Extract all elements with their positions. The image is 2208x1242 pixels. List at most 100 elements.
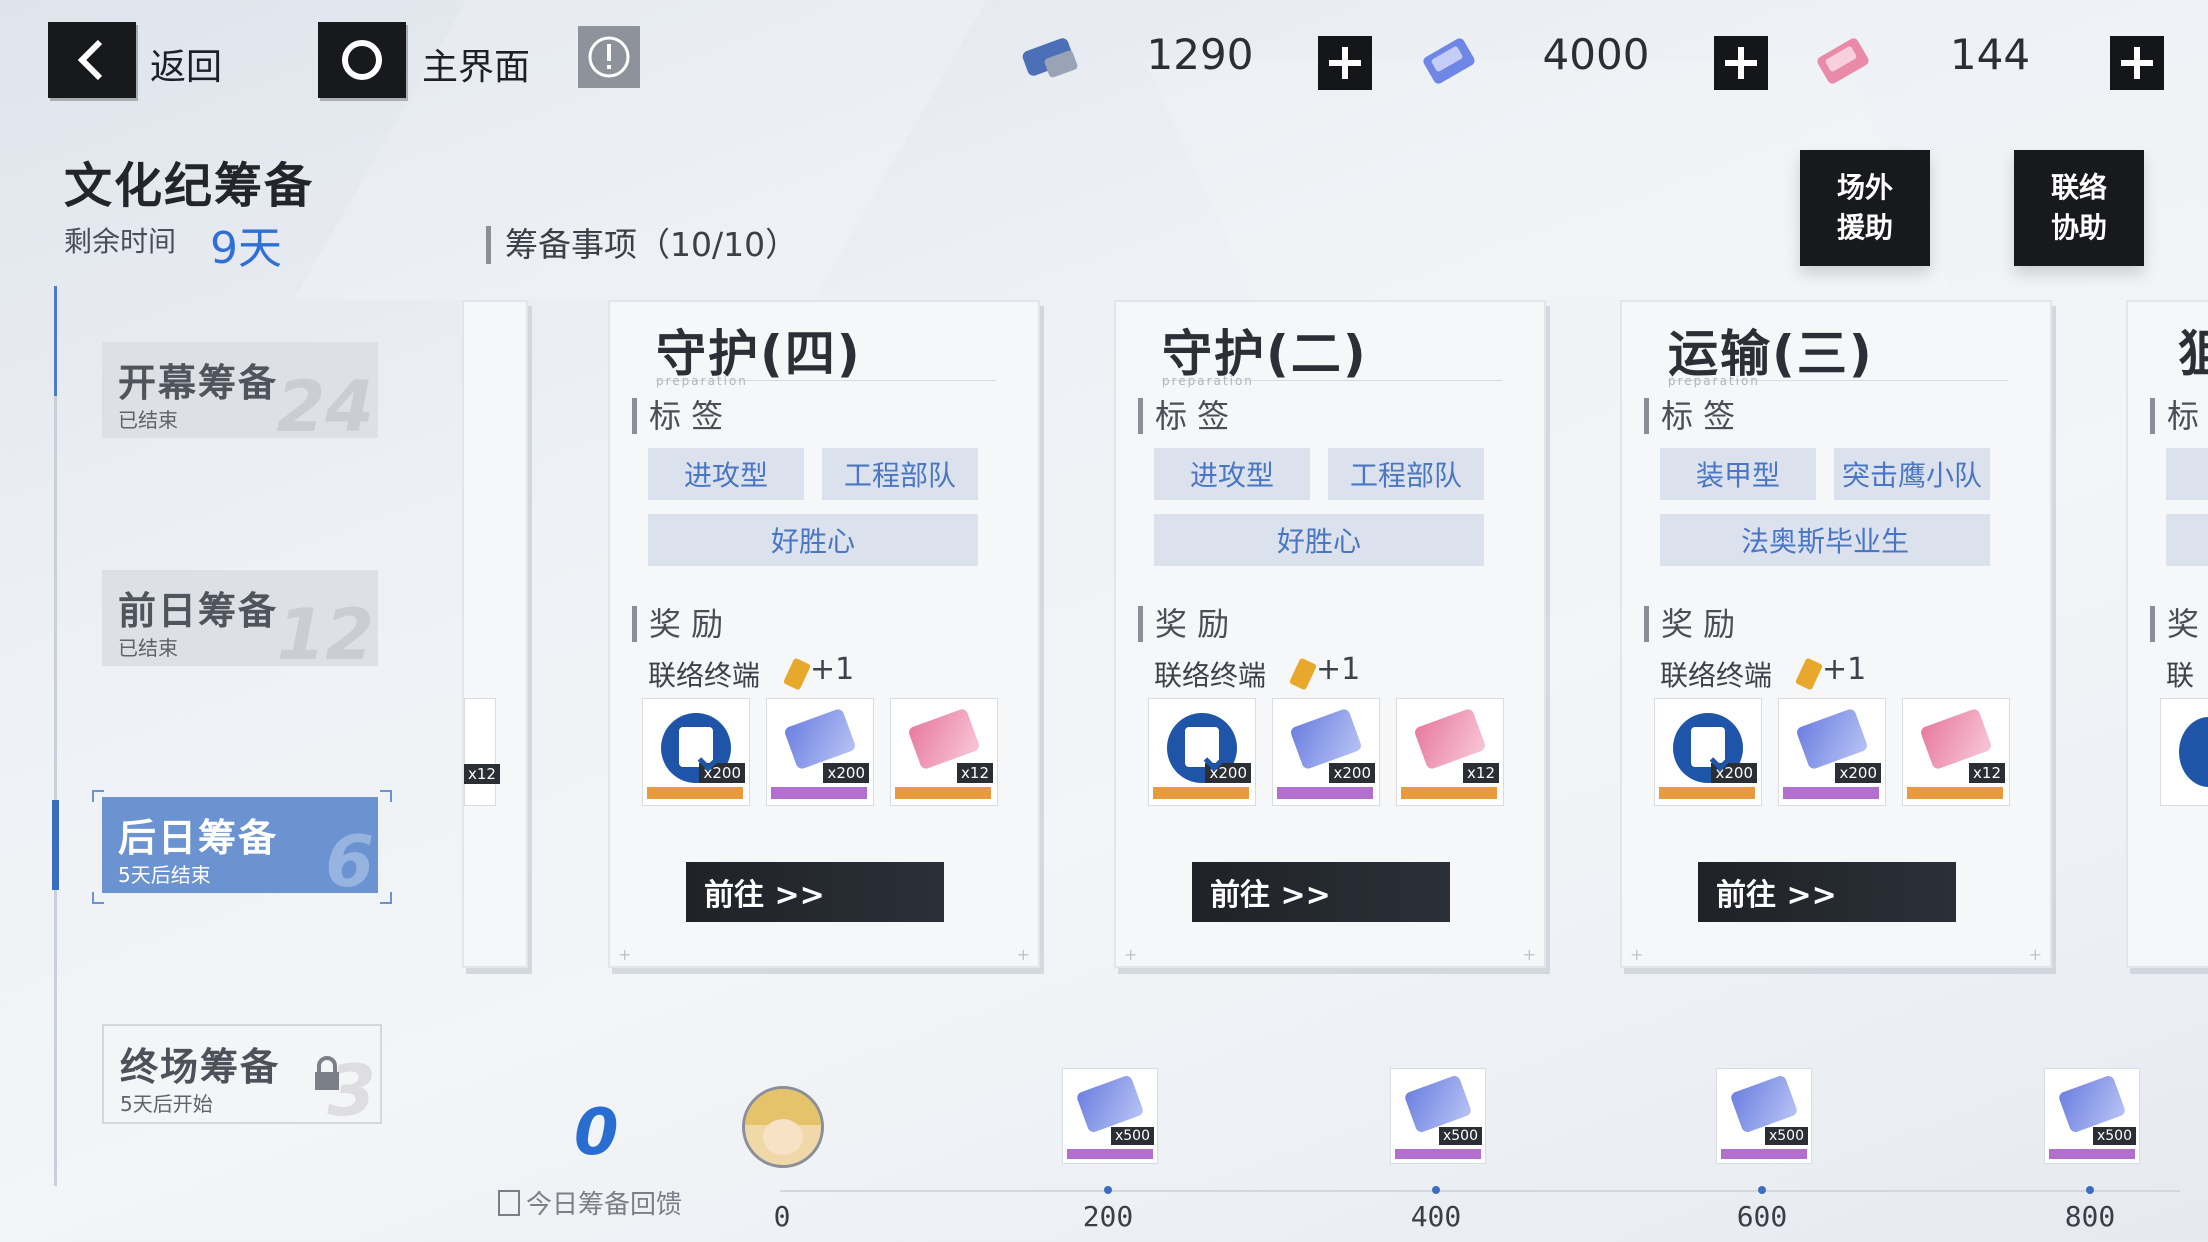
blue-supply-ticket-icon bbox=[783, 707, 857, 771]
reward-count: x200 bbox=[823, 763, 869, 783]
milestone-reward[interactable]: x500 bbox=[1062, 1068, 1158, 1164]
exclamation-icon bbox=[588, 36, 630, 78]
home-label[interactable]: 主界面 bbox=[422, 38, 530, 90]
milestone-reward[interactable]: x500 bbox=[2044, 1068, 2140, 1164]
clipboard-icon bbox=[2179, 717, 2208, 787]
daily-progress-label: 今日筹备回馈 bbox=[498, 1184, 682, 1221]
phase-status: 5天后结束 bbox=[118, 863, 211, 887]
reward-item[interactable]: x12 bbox=[1396, 698, 1504, 806]
go-button[interactable]: 前往 >> bbox=[1192, 862, 1450, 922]
milestone-reward[interactable]: x500 bbox=[1390, 1068, 1486, 1164]
milestone-count: x500 bbox=[2092, 1127, 2136, 1145]
phase-final[interactable]: 终场筹备 5天后开始 3 bbox=[102, 1024, 382, 1124]
pink-supply-ticket-icon bbox=[907, 707, 981, 771]
reward-count: x200 bbox=[1835, 763, 1881, 783]
phase-number: 12 bbox=[276, 594, 374, 666]
plus-icon bbox=[2121, 47, 2153, 79]
memo-icon bbox=[498, 1190, 520, 1216]
event-title: 文化纪筹备 bbox=[64, 158, 315, 214]
plus-icon bbox=[1725, 47, 1757, 79]
milestone-reward[interactable]: x500 bbox=[1716, 1068, 1812, 1164]
pink-supply-ticket-icon bbox=[1413, 707, 1487, 771]
phase-status: 已结束 bbox=[118, 408, 178, 432]
go-button[interactable]: 前往 >> bbox=[1698, 862, 1956, 922]
terminal-bonus: +1 bbox=[810, 652, 855, 687]
phase-after[interactable]: 后日筹备 5天后结束 6 bbox=[102, 797, 378, 893]
task-card[interactable]: 守护(二) preparation 标 签 进攻型 工程部队 好胜心 奖 励 联… bbox=[1114, 300, 1546, 968]
reward-item[interactable]: x200 bbox=[1148, 698, 1256, 806]
tick-dot bbox=[2086, 1186, 2094, 1194]
reward-item[interactable]: x200 bbox=[1272, 698, 1380, 806]
rewards-label: 奖 励 bbox=[1138, 606, 1229, 642]
tag: 工程部队 bbox=[822, 448, 978, 500]
lock-icon bbox=[315, 1056, 339, 1090]
card-title: 狙 bbox=[2178, 314, 2208, 386]
terminal-chip-icon bbox=[1288, 657, 1318, 691]
blue-supply-ticket-icon bbox=[1418, 32, 1482, 88]
terminal-label: 联 bbox=[2166, 659, 2195, 692]
terminal-bonus: +1 bbox=[1316, 652, 1361, 687]
reward-count: x12 bbox=[464, 764, 500, 784]
tags-label: 标 签 bbox=[632, 398, 723, 434]
tick-label: 600 bbox=[1736, 1200, 1788, 1233]
contact-assist-button[interactable]: 联络 协助 bbox=[2014, 150, 2144, 266]
phase-rail-marker bbox=[52, 800, 59, 890]
tag: 工程部队 bbox=[1328, 448, 1484, 500]
phase-name: 开幕筹备 bbox=[118, 361, 279, 405]
info-button[interactable] bbox=[578, 26, 640, 88]
reward-item[interactable]: x200 bbox=[766, 698, 874, 806]
tick-label: 400 bbox=[1410, 1200, 1462, 1233]
card-partial-right[interactable]: 狙 标 奖 联 bbox=[2126, 300, 2208, 968]
resource-value-pass: 1290 bbox=[1146, 30, 1254, 79]
blue-supply-ticket-icon bbox=[1403, 1074, 1473, 1134]
milestone-count: x500 bbox=[1764, 1127, 1808, 1145]
reward-count: x200 bbox=[1329, 763, 1375, 783]
phase-opening[interactable]: 开幕筹备 已结束 24 bbox=[102, 342, 378, 438]
card-subtitle: preparation bbox=[656, 374, 748, 388]
terminal-bonus: +1 bbox=[1822, 652, 1867, 687]
add-blue-ticket-button[interactable] bbox=[1714, 36, 1768, 90]
reward-item[interactable]: x12 bbox=[1902, 698, 2010, 806]
back-arrow-icon bbox=[77, 39, 103, 81]
terminal-label: 联络终端 bbox=[648, 659, 761, 692]
pink-supply-ticket-icon bbox=[1919, 707, 1993, 771]
task-card[interactable]: 守护(四) preparation 标 签 进攻型 工程部队 好胜心 奖 励 联… bbox=[608, 300, 1040, 968]
rewards-label: 奖 bbox=[2150, 606, 2199, 642]
card-partial-left[interactable]: x12 bbox=[462, 300, 528, 968]
reward-item[interactable]: x12 bbox=[890, 698, 998, 806]
tick-dot bbox=[1758, 1186, 1766, 1194]
blue-supply-ticket-icon bbox=[1795, 707, 1869, 771]
back-button[interactable] bbox=[48, 22, 136, 98]
tags-label: 标 签 bbox=[1644, 398, 1735, 434]
tick-label: 0 bbox=[773, 1200, 791, 1233]
blue-supply-ticket-icon bbox=[1075, 1074, 1145, 1134]
task-card[interactable]: 运输(三) preparation 标 签 装甲型 突击鹰小队 法奥斯毕业生 奖… bbox=[1620, 300, 2052, 968]
phase-rail bbox=[54, 286, 57, 1186]
reward-item[interactable]: x200 bbox=[1654, 698, 1762, 806]
tag: 进攻型 bbox=[648, 448, 804, 500]
reward-count: x12 bbox=[957, 763, 993, 783]
go-button[interactable]: 前往 >> bbox=[686, 862, 944, 922]
add-pink-ticket-button[interactable] bbox=[2110, 36, 2164, 90]
rewards-label: 奖 励 bbox=[632, 606, 723, 642]
tag: 进攻型 bbox=[1154, 448, 1310, 500]
home-button[interactable] bbox=[318, 22, 406, 98]
phase-eve[interactable]: 前日筹备 已结束 12 bbox=[102, 570, 378, 666]
outside-aid-button[interactable]: 场外 援助 bbox=[1800, 150, 1930, 266]
tick-label: 200 bbox=[1082, 1200, 1134, 1233]
phase-status: 已结束 bbox=[118, 636, 178, 660]
tag: 法奥斯毕业生 bbox=[1660, 514, 1990, 566]
rewards-label: 奖 励 bbox=[1644, 606, 1735, 642]
phase-rail-progress bbox=[54, 286, 57, 396]
tasks-header: 筹备事项（10/10） bbox=[486, 226, 798, 264]
reward-count: x12 bbox=[1969, 763, 2005, 783]
home-circle-icon bbox=[342, 40, 382, 80]
reward-item[interactable]: x200 bbox=[1778, 698, 1886, 806]
phase-number: 6 bbox=[325, 821, 374, 893]
terminal-chip-icon bbox=[1794, 657, 1824, 691]
milestone-count: x500 bbox=[1110, 1127, 1154, 1145]
blue-supply-ticket-icon bbox=[1289, 707, 1363, 771]
add-pass-button[interactable] bbox=[1318, 36, 1372, 90]
reward-item[interactable]: x200 bbox=[642, 698, 750, 806]
back-label[interactable]: 返回 bbox=[150, 38, 222, 90]
